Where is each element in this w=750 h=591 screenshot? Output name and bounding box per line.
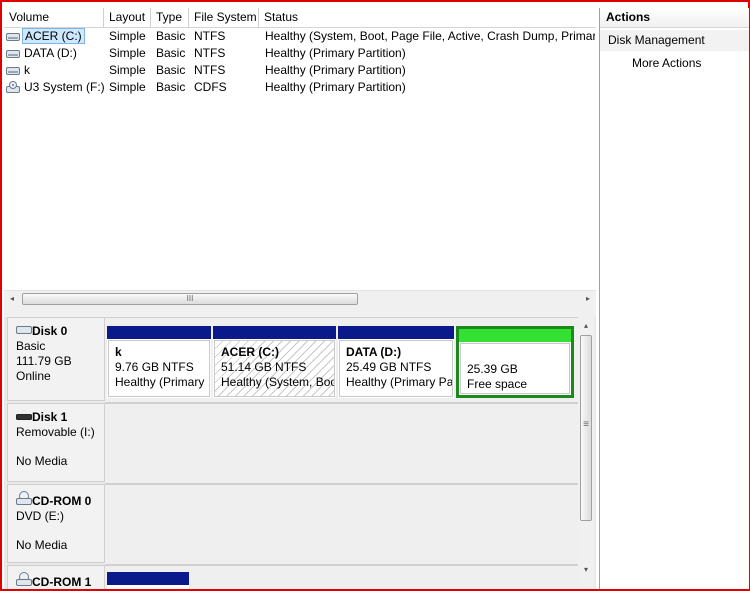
disk-name: Disk 0 <box>32 324 68 338</box>
disk-label-cdrom0[interactable]: CD-ROM 0 DVD (E:) No Media <box>7 484 105 563</box>
disk-size: 111.79 GB <box>16 354 72 368</box>
partition-status: Healthy (Primary <box>115 375 205 389</box>
volume-name: U3 System (F:) <box>24 80 105 94</box>
column-header-status[interactable]: Status <box>259 8 596 27</box>
volume-status: Healthy (Primary Partition) <box>265 46 406 60</box>
volume-file-system: CDFS <box>194 80 227 94</box>
scroll-down-arrow-icon[interactable]: ▾ <box>578 563 594 577</box>
partition-name: DATA (D:) <box>346 345 402 359</box>
volume-layout: Simple <box>109 80 146 94</box>
more-actions-item[interactable]: More Actions <box>600 53 749 74</box>
table-row[interactable]: DATA (D:) Simple Basic NTFS Healthy (Pri… <box>4 45 596 62</box>
partition-bar <box>107 326 211 339</box>
disk-kind: Basic <box>16 339 46 353</box>
partition-bar <box>107 572 189 585</box>
column-header-layout[interactable]: Layout <box>104 8 151 27</box>
disk-label-disk0[interactable]: Disk 0 Basic 111.79 GB Online <box>7 317 105 401</box>
disk1-area <box>105 403 579 484</box>
partition-size: 9.76 GB NTFS <box>115 360 194 374</box>
disk-name: Disk 1 <box>32 410 68 424</box>
disk-kind: Removable (I:) <box>16 425 95 439</box>
partition-bar <box>338 326 454 339</box>
drive-icon <box>6 50 20 58</box>
cd-drive-icon <box>6 81 20 93</box>
volume-name: k <box>24 63 30 77</box>
vertical-scroll-thumb[interactable]: ≡ <box>580 335 592 521</box>
scroll-grip-icon: ≡ <box>583 419 589 430</box>
partition-acer-c[interactable]: ACER (C:) 51.14 GB NTFS Healthy (System,… <box>213 326 336 398</box>
actions-title: Actions <box>600 8 749 28</box>
column-header-volume[interactable]: Volume <box>4 8 104 27</box>
free-space-bar <box>459 329 571 342</box>
volume-name: DATA (D:) <box>24 46 77 60</box>
volume-status: Healthy (Primary Partition) <box>265 80 406 94</box>
volume-file-system: NTFS <box>194 46 226 60</box>
cdrom0-area <box>105 484 579 565</box>
actions-pane: Actions Disk Management More Actions <box>599 8 749 589</box>
scroll-up-arrow-icon[interactable]: ▴ <box>578 319 594 333</box>
column-header-file-system[interactable]: File System <box>189 8 259 27</box>
partition-size: 51.14 GB NTFS <box>221 360 307 374</box>
free-space-block[interactable]: 25.39 GB Free space <box>456 326 574 398</box>
table-row[interactable]: k Simple Basic NTFS Healthy (Primary Par… <box>4 62 596 79</box>
cdrom1-area <box>105 565 579 589</box>
scroll-right-arrow-icon[interactable]: ▸ <box>580 291 596 307</box>
volume-type: Basic <box>156 29 186 43</box>
vertical-scrollbar[interactable]: ▴ ≡ ▾ <box>578 317 594 589</box>
drive-icon <box>6 67 20 75</box>
disk-map: Disk 0 Basic 111.79 GB Online k 9.76 GB … <box>4 317 596 589</box>
volume-layout: Simple <box>109 46 146 60</box>
table-row[interactable]: ACER (C:) Simple Basic NTFS Healthy (Sys… <box>4 28 596 45</box>
partition-name: k <box>115 345 122 359</box>
scroll-grip-icon: III <box>186 294 194 303</box>
horizontal-scroll-thumb[interactable]: III <box>22 293 358 305</box>
disk-state: No Media <box>16 538 68 552</box>
disk0-partitions: k 9.76 GB NTFS Healthy (Primary ACER (C:… <box>105 317 579 403</box>
disk-size <box>16 524 104 538</box>
volume-file-system: NTFS <box>194 29 226 43</box>
removable-disk-icon <box>16 414 32 420</box>
cdrom1-partition[interactable] <box>107 572 189 589</box>
disk-state: Online <box>16 369 51 383</box>
volume-layout: Simple <box>109 63 146 77</box>
disk-name: CD-ROM 0 <box>32 494 92 508</box>
volume-type: Basic <box>156 80 186 94</box>
partition-size: 25.49 GB NTFS <box>346 360 432 374</box>
column-header-type[interactable]: Type <box>151 8 189 27</box>
drive-icon <box>6 33 20 41</box>
partition-k[interactable]: k 9.76 GB NTFS Healthy (Primary <box>107 326 211 398</box>
cd-drive-icon <box>16 491 32 505</box>
volume-list: Volume Layout Type File System Status AC… <box>4 8 596 308</box>
partition-status: Healthy (Primary Pa <box>346 375 453 389</box>
disk-label-cdrom1[interactable]: CD-ROM 1 <box>7 565 105 589</box>
pane-splitter[interactable] <box>4 307 596 317</box>
horizontal-scrollbar[interactable]: ◂ III ▸ <box>4 290 596 307</box>
disk-name: CD-ROM 1 <box>32 575 92 589</box>
actions-section-disk-management[interactable]: Disk Management <box>600 30 749 51</box>
volume-layout: Simple <box>109 29 146 43</box>
volume-name: ACER (C:) <box>22 28 85 44</box>
volume-status: Healthy (System, Boot, Page File, Active… <box>265 29 595 43</box>
partition-size: 25.39 GB <box>467 362 518 376</box>
cd-drive-icon <box>16 572 32 586</box>
volume-type: Basic <box>156 46 186 60</box>
partition-status: Healthy (System, Boo <box>221 375 335 389</box>
disk-label-disk1[interactable]: Disk 1 Removable (I:) No Media <box>7 403 105 482</box>
disk-size <box>16 440 104 454</box>
partition-status: Free space <box>467 377 528 391</box>
partition-bar <box>213 326 336 339</box>
partition-name: ACER (C:) <box>221 345 279 359</box>
volume-type: Basic <box>156 63 186 77</box>
table-row[interactable]: U3 System (F:) Simple Basic CDFS Healthy… <box>4 79 596 96</box>
disk-state: No Media <box>16 454 68 468</box>
scroll-left-arrow-icon[interactable]: ◂ <box>4 291 20 307</box>
disk-icon <box>16 326 32 334</box>
volume-list-header: Volume Layout Type File System Status <box>4 8 596 28</box>
partition-data-d[interactable]: DATA (D:) 25.49 GB NTFS Healthy (Primary… <box>338 326 454 398</box>
volume-status: Healthy (Primary Partition) <box>265 63 406 77</box>
disk-kind: DVD (E:) <box>16 509 64 523</box>
volume-file-system: NTFS <box>194 63 226 77</box>
